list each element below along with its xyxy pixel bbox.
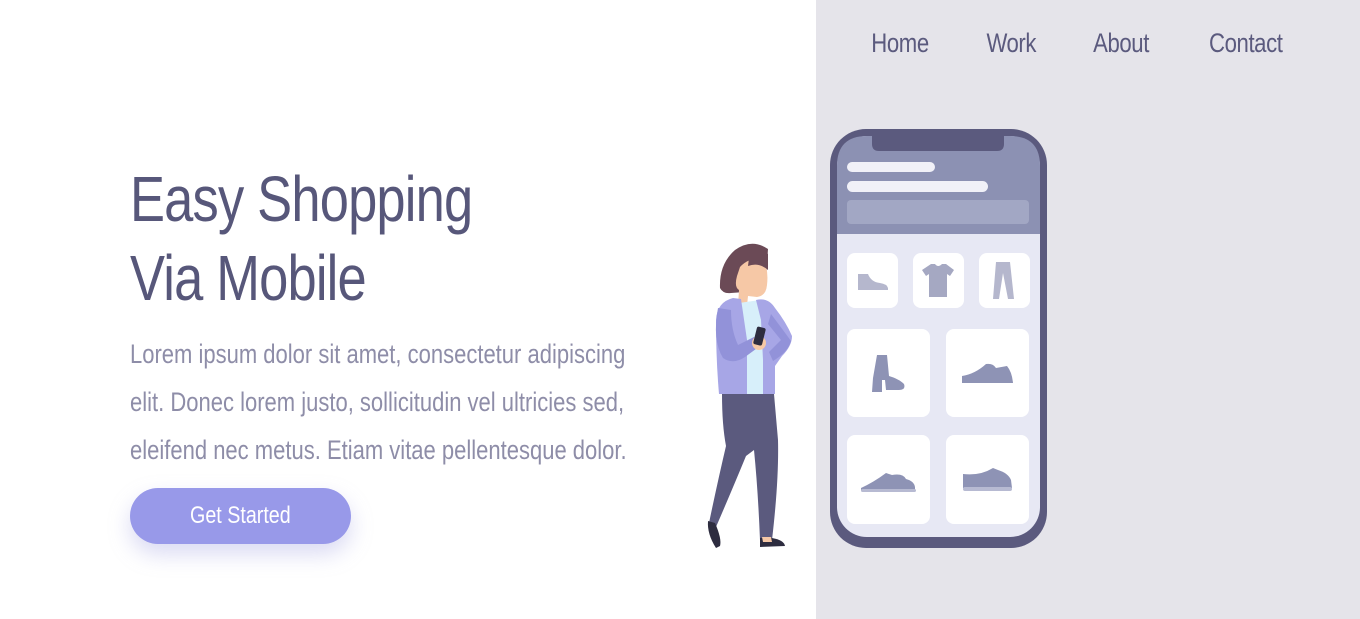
smartphone-shop-icon: [830, 129, 1047, 548]
header-bar-long: [847, 181, 988, 192]
hero-illustration: [707, 129, 1047, 548]
woman-with-phone-icon: [707, 243, 792, 548]
header-bar-short: [847, 162, 935, 172]
search-bar: [847, 200, 1029, 224]
